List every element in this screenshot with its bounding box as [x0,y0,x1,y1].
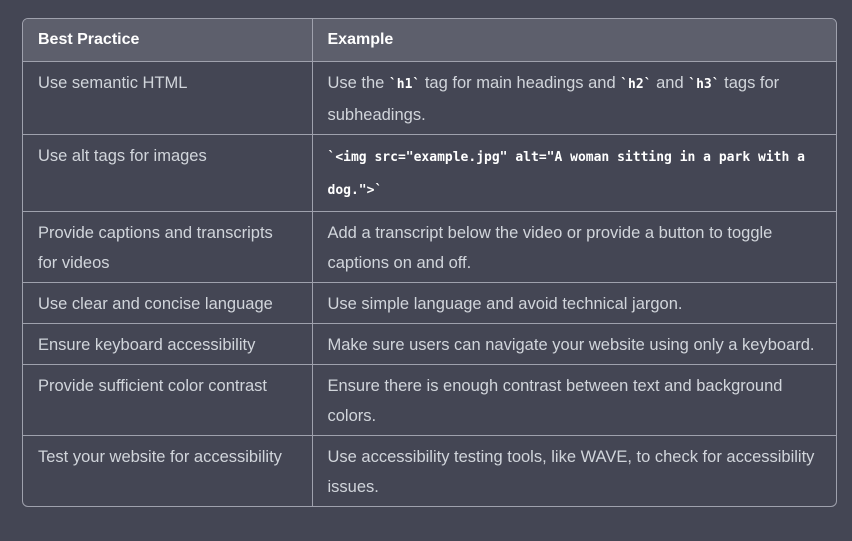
table-row: Test your website for accessibility Use … [23,434,836,506]
table-row: Use alt tags for images `<img src="examp… [23,133,836,211]
example-cell: Add a transcript below the video or prov… [311,210,836,282]
example-cell: Use the `h1` tag for main headings and `… [311,60,836,134]
inline-code-h1: `h1` [388,76,421,92]
header-example: Example [311,19,836,61]
inline-code-h3: `h3` [688,76,720,92]
practice-cell: Use alt tags for images [23,133,312,211]
best-practices-table: Best Practice Example Use semantic HTML … [23,19,836,506]
table-row: Provide sufficient color contrast Ensure… [23,363,836,435]
practice-cell: Provide captions and transcripts for vid… [23,210,312,282]
example-cell: Use simple language and avoid technical … [311,281,836,323]
table-header: Best Practice Example [23,19,836,61]
table-row: Use semantic HTML Use the `h1` tag for m… [23,60,836,134]
example-cell: Ensure there is enough contrast between … [311,363,836,435]
inline-code-img: `<img src="example.jpg" alt="A woman sit… [327,149,805,198]
table-body: Use semantic HTML Use the `h1` tag for m… [23,60,836,506]
practice-cell: Ensure keyboard accessibility [23,322,312,364]
practice-cell: Use semantic HTML [23,60,312,134]
practice-cell: Provide sufficient color contrast [23,363,312,435]
example-text: tag for main headings and [420,73,621,92]
example-cell: `<img src="example.jpg" alt="A woman sit… [311,133,836,211]
inline-code-h2: `h2` [620,76,652,92]
table-row: Use clear and concise language Use simpl… [23,281,836,323]
practice-cell: Test your website for accessibility [23,434,312,506]
table-row: Ensure keyboard accessibility Make sure … [23,322,836,364]
example-cell: Make sure users can navigate your websit… [311,322,836,364]
best-practices-table-wrapper: Best Practice Example Use semantic HTML … [22,18,837,507]
header-best-practice: Best Practice [38,30,140,48]
example-text: and [651,73,689,92]
example-cell: Use accessibility testing tools, like WA… [311,434,836,506]
example-text: Use the [327,73,389,92]
table-row: Provide captions and transcripts for vid… [23,210,836,282]
header-row: Best Practice Example [23,19,836,61]
practice-cell: Use clear and concise language [23,281,312,323]
